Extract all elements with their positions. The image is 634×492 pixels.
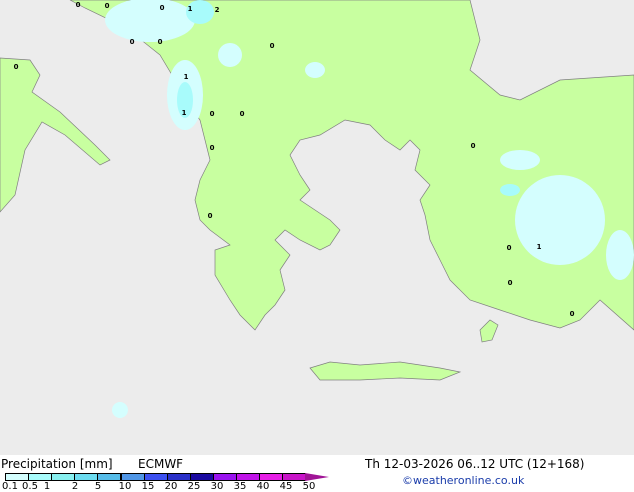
colorbar-tick: 45 [279, 481, 293, 492]
legend-title: Precipitation [mm] [1, 457, 113, 471]
colorbar-segment [97, 473, 122, 481]
point-value-label: 0 [208, 212, 213, 220]
point-value-label: 0 [508, 279, 513, 287]
point-value-label: 0 [471, 142, 476, 150]
point-value-label: 0 [158, 38, 163, 46]
colorbar-tick: 30 [210, 481, 224, 492]
colorbar-arrow [305, 473, 330, 481]
colorbar-tick: 20 [164, 481, 178, 492]
precip-area [105, 0, 195, 42]
colorbar-segment [166, 473, 191, 481]
colorbar-segment [120, 473, 145, 481]
colorbar-tick: 2 [71, 481, 79, 492]
point-value-label: 1 [537, 243, 542, 251]
colorbar-segment [282, 473, 307, 481]
colorbar-tick: 0.1 [2, 481, 18, 492]
colorbar-segment [143, 473, 168, 481]
colorbar-tick: 40 [256, 481, 270, 492]
colorbar-segment [74, 473, 99, 481]
colorbar-tick: 5 [94, 481, 102, 492]
precip-area [305, 62, 325, 78]
point-value-label: 0 [210, 110, 215, 118]
point-value-label: 0 [130, 38, 135, 46]
point-value-label: 0 [210, 144, 215, 152]
colorbar-segment [51, 473, 76, 481]
point-value-label: 2 [215, 6, 220, 14]
precipitation-map: 0 0 0 1 2 0 0 0 1 1 0 0 0 0 0 0 0 1 0 0 [0, 0, 634, 455]
colorbar-tick: 10 [118, 481, 132, 492]
colorbar-tick: 50 [302, 481, 316, 492]
model-name: ECMWF [138, 457, 184, 471]
colorbar-segment [212, 473, 237, 481]
point-value-label: 0 [270, 42, 275, 50]
colorbar-segment [5, 473, 30, 481]
precip-area [218, 43, 242, 67]
credit-link[interactable]: ©weatheronline.co.uk [402, 474, 524, 487]
point-value-label: 0 [240, 110, 245, 118]
point-value-label: 0 [105, 2, 110, 10]
point-value-label: 0 [14, 63, 19, 71]
colorbar-tick: 0.5 [22, 481, 38, 492]
point-value-label: 0 [76, 1, 81, 9]
point-value-label: 0 [570, 310, 575, 318]
precip-area [112, 402, 128, 418]
precip-area [606, 230, 634, 280]
colorbar-segment [28, 473, 53, 481]
legend: Precipitation [mm] ECMWF Th 12-03-2026 0… [0, 455, 634, 492]
colorbar-segment [259, 473, 284, 481]
precip-area [500, 150, 540, 170]
colorbar-tick: 1 [43, 481, 51, 492]
colorbar-segment [189, 473, 214, 481]
point-value-label: 1 [184, 73, 189, 81]
colorbar-tick: 25 [187, 481, 201, 492]
point-value-label: 0 [160, 4, 165, 12]
colorbar-segment [236, 473, 261, 481]
point-value-label: 1 [182, 109, 187, 117]
precip-area [515, 175, 605, 265]
point-value-label: 0 [507, 244, 512, 252]
point-value-label: 1 [188, 5, 193, 13]
valid-datetime: Th 12-03-2026 06..12 UTC (12+168) [365, 457, 585, 471]
precip-area [500, 184, 520, 196]
colorbar-tick: 15 [141, 481, 155, 492]
colorbar-tick: 35 [233, 481, 247, 492]
